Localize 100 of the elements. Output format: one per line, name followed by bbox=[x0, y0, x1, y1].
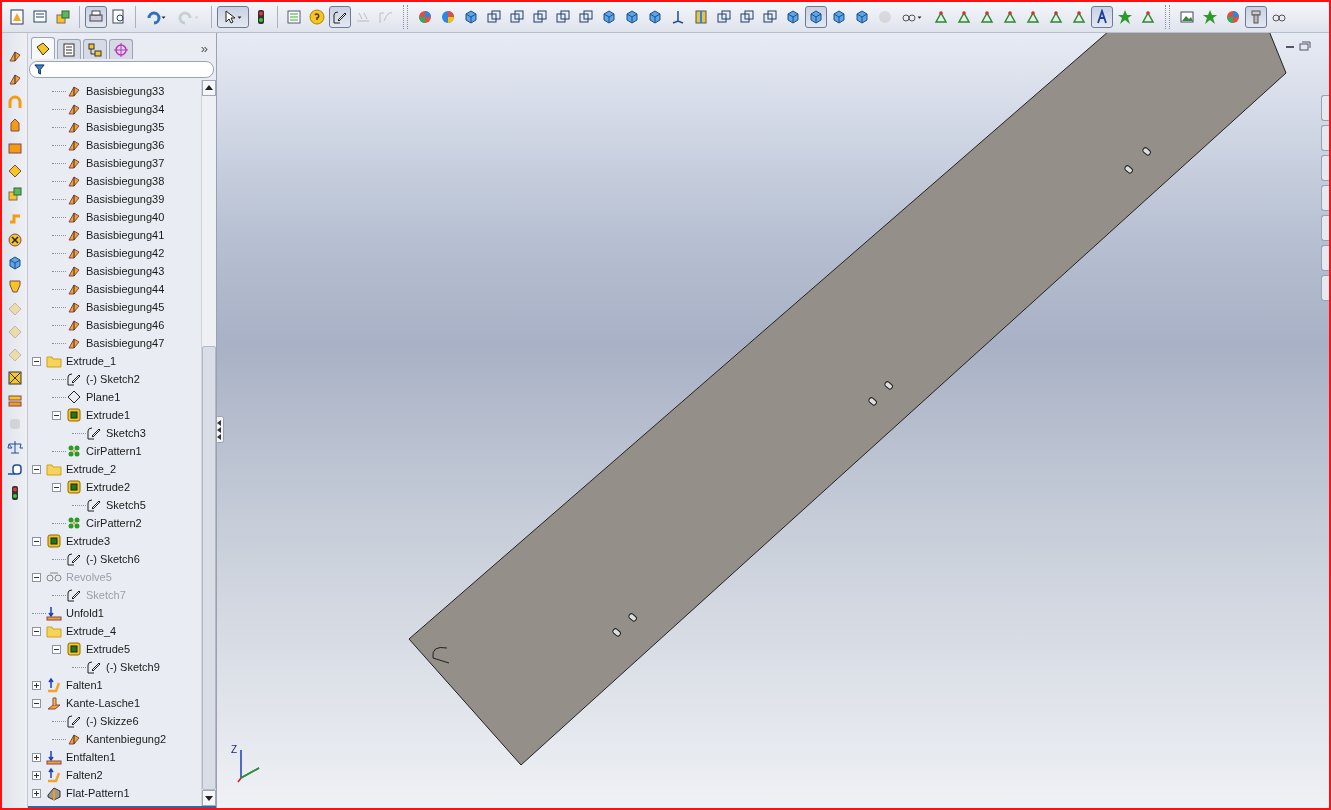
expand-toggle[interactable] bbox=[32, 752, 41, 762]
tree-item[interactable]: Basisbiegung45 bbox=[86, 301, 165, 313]
sketch-icon bbox=[332, 9, 348, 25]
scales-icon bbox=[6, 439, 23, 455]
target-icon bbox=[113, 41, 129, 58]
tree-item[interactable]: Basisbiegung42 bbox=[86, 247, 165, 259]
unfold-icon bbox=[46, 605, 62, 621]
picture-icon bbox=[1179, 9, 1195, 25]
help-icon bbox=[309, 9, 325, 25]
folder-icon bbox=[46, 461, 62, 477]
tree-item[interactable]: Basisbiegung36 bbox=[86, 139, 165, 151]
relation-icon bbox=[956, 9, 972, 25]
tree-item[interactable]: Basisbiegung39 bbox=[86, 193, 165, 205]
more-tabs-button[interactable]: » bbox=[200, 39, 208, 59]
redo-icon bbox=[177, 9, 194, 25]
collapse-toggle[interactable] bbox=[32, 572, 41, 582]
tree-item[interactable]: Basisbiegung43 bbox=[86, 265, 165, 277]
sphere-icon bbox=[877, 9, 893, 25]
toolbar-button[interactable] bbox=[329, 6, 351, 28]
plane-icon bbox=[66, 389, 82, 405]
toolbar-button[interactable] bbox=[306, 6, 328, 28]
tree-item[interactable]: Extrude_1 bbox=[66, 355, 117, 367]
expand-toggle[interactable] bbox=[32, 770, 41, 780]
scrollbar[interactable] bbox=[201, 80, 216, 806]
scroll-thumb[interactable] bbox=[202, 346, 216, 790]
wire-cube-icon bbox=[739, 9, 755, 25]
filter-icon bbox=[34, 64, 45, 75]
tree-item[interactable]: Basisbiegung38 bbox=[86, 175, 165, 187]
expand-toggle[interactable] bbox=[32, 788, 41, 798]
collapse-toggle[interactable] bbox=[32, 626, 41, 636]
tree-item[interactable]: Basisbiegung34 bbox=[86, 103, 165, 115]
boxes-icon bbox=[6, 186, 23, 202]
tree-item[interactable]: Basisbiegung46 bbox=[86, 319, 165, 331]
tree-item[interactable]: Basisbiegung47 bbox=[86, 337, 165, 349]
tree-item[interactable]: Sketch5 bbox=[106, 499, 146, 511]
box-x-icon bbox=[6, 370, 23, 386]
tree-item[interactable]: Entfalten1 bbox=[66, 751, 116, 763]
cube-icon bbox=[624, 9, 640, 25]
tree-item[interactable]: (-) Sketch2 bbox=[86, 373, 140, 385]
tree-item[interactable]: (-) Skizze6 bbox=[86, 715, 139, 727]
cube-icon bbox=[831, 9, 847, 25]
tree-item[interactable]: Basisbiegung33 bbox=[86, 85, 165, 97]
collapse-toggle[interactable] bbox=[32, 464, 41, 474]
relation-icon bbox=[1002, 9, 1018, 25]
relation-icon bbox=[933, 9, 949, 25]
scroll-up-button[interactable] bbox=[202, 80, 216, 96]
tree-item[interactable]: CirPattern2 bbox=[86, 517, 142, 529]
tree-item[interactable]: Basisbiegung44 bbox=[86, 283, 165, 295]
section-icon bbox=[693, 9, 709, 25]
pie-icon bbox=[440, 9, 456, 25]
scroll-down-button[interactable] bbox=[202, 790, 216, 806]
toolbar-button[interactable] bbox=[85, 6, 107, 28]
tree-item[interactable]: Extrude5 bbox=[86, 643, 131, 655]
tree-item[interactable]: Falten1 bbox=[66, 679, 103, 691]
tree-item[interactable]: Basisbiegung40 bbox=[86, 211, 165, 223]
printer-icon bbox=[88, 9, 104, 25]
tree-item[interactable]: Flat-Pattern1 bbox=[66, 787, 130, 799]
tree-item[interactable]: Extrude3 bbox=[66, 535, 111, 547]
tree-item[interactable]: Basisbiegung37 bbox=[86, 157, 165, 169]
filter-field[interactable] bbox=[29, 61, 214, 78]
fold-icon bbox=[46, 677, 62, 693]
pattern-icon bbox=[66, 515, 82, 531]
tree-item[interactable]: (-) Sketch6 bbox=[86, 553, 140, 565]
tree-item[interactable]: Unfold1 bbox=[66, 607, 104, 619]
cube-icon bbox=[6, 255, 23, 271]
unfold-icon bbox=[46, 749, 62, 765]
collapse-toggle[interactable] bbox=[32, 356, 41, 366]
collapse-toggle[interactable] bbox=[52, 410, 61, 420]
tree-item[interactable]: Kantenbiegung2 bbox=[86, 733, 167, 745]
expand-toggle[interactable] bbox=[32, 680, 41, 690]
tree-item[interactable]: CirPattern1 bbox=[86, 445, 142, 457]
collapse-toggle[interactable] bbox=[52, 482, 61, 492]
tree-item[interactable]: Falten2 bbox=[66, 769, 103, 781]
toolbar-button[interactable] bbox=[1091, 6, 1113, 28]
feature-icon bbox=[66, 407, 82, 423]
restore-icon[interactable] bbox=[1299, 41, 1311, 51]
tree-item[interactable]: Extrude_4 bbox=[66, 625, 117, 637]
collapse-toggle[interactable] bbox=[52, 644, 61, 654]
edge-flange-icon bbox=[46, 695, 62, 711]
panel-tab[interactable] bbox=[31, 37, 55, 59]
tree-item[interactable]: Basisbiegung41 bbox=[86, 229, 165, 241]
tree-item[interactable]: Kante-Lasche1 bbox=[66, 697, 140, 709]
tree-item[interactable]: Extrude2 bbox=[86, 481, 131, 493]
tape-icon bbox=[6, 462, 23, 478]
toolbar-button[interactable] bbox=[217, 6, 249, 28]
sketch-icon bbox=[66, 551, 82, 567]
tree-item[interactable]: (-) Sketch9 bbox=[106, 661, 160, 673]
tree-item[interactable]: Basisbiegung35 bbox=[86, 121, 165, 133]
collapse-toggle[interactable] bbox=[32, 536, 41, 546]
properties-icon bbox=[61, 41, 77, 58]
wire-cube-icon bbox=[716, 9, 732, 25]
tree-item[interactable]: Sketch3 bbox=[106, 427, 146, 439]
collapse-toggle[interactable] bbox=[32, 698, 41, 708]
folder-icon bbox=[46, 623, 62, 639]
pattern-icon bbox=[66, 443, 82, 459]
tree-item[interactable]: Plane1 bbox=[86, 391, 121, 403]
panel-collapse-handle[interactable] bbox=[217, 416, 224, 443]
tree-item[interactable]: Extrude_2 bbox=[66, 463, 117, 475]
sketch-icon bbox=[66, 587, 82, 603]
tree-item[interactable]: Extrude1 bbox=[86, 409, 131, 421]
